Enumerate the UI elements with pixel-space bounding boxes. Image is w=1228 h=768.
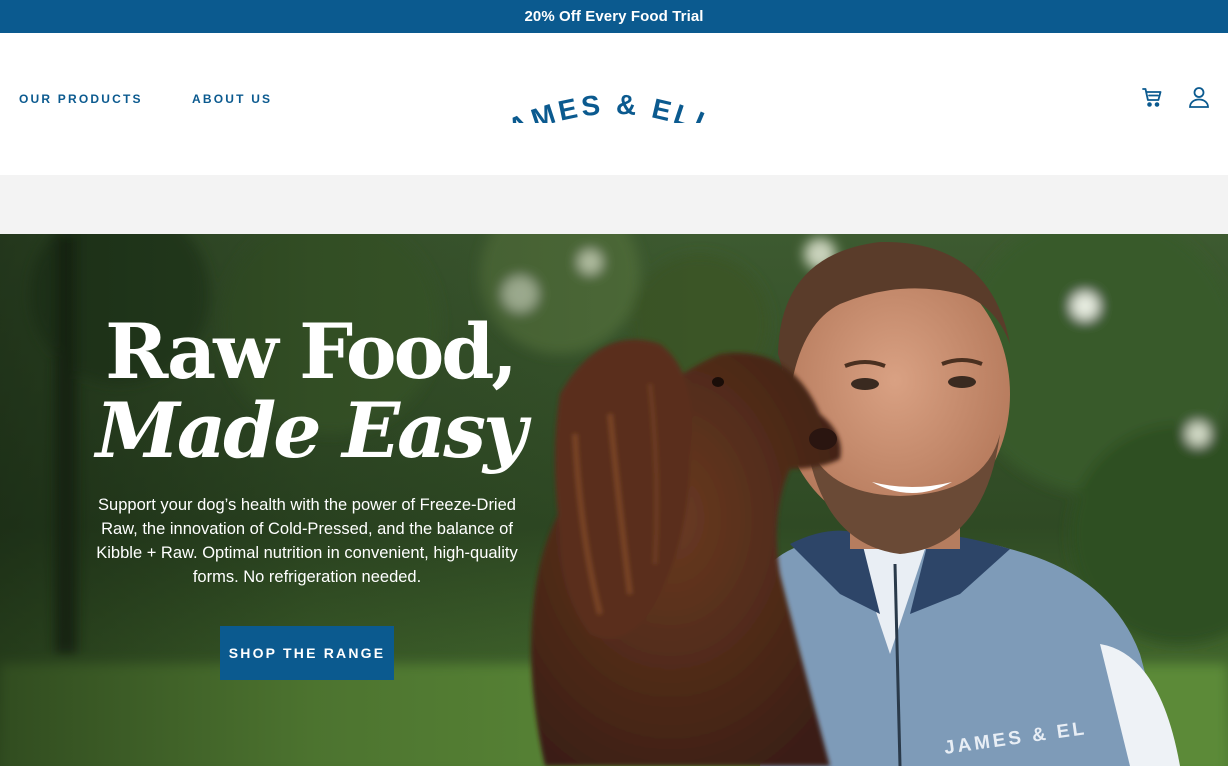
hero-description: Support your dog’s health with the power…	[96, 496, 518, 586]
logo-text: JAMES & ELLA	[503, 71, 717, 123]
site-header: OUR PRODUCTS ABOUT US JAMES & ELLA	[0, 33, 1228, 175]
nav-about-us[interactable]: ABOUT US	[192, 92, 272, 106]
hero-headline-line1: Raw Food,	[105, 307, 518, 396]
svg-text:JAMES & ELLA: JAMES & ELLA	[503, 71, 720, 123]
brand-logo[interactable]: JAMES & ELLA	[503, 71, 725, 123]
nav-our-products[interactable]: OUR PRODUCTS	[19, 92, 143, 106]
account-icon[interactable]	[1187, 85, 1211, 109]
hero-headline: Raw Food, Made Easy	[60, 312, 560, 470]
hero-section: JAMES & EL Raw Food, Made Easy Support y…	[0, 234, 1228, 766]
hero-headline-line2: Made Easy	[95, 386, 527, 475]
promo-banner[interactable]: 20% Off Every Food Trial	[0, 0, 1228, 33]
cart-icon[interactable]	[1140, 85, 1164, 109]
header-divider-band	[0, 175, 1228, 234]
shop-the-range-button[interactable]: SHOP THE RANGE	[220, 626, 394, 680]
promo-text[interactable]: 20% Off Every Food Trial	[524, 8, 703, 25]
